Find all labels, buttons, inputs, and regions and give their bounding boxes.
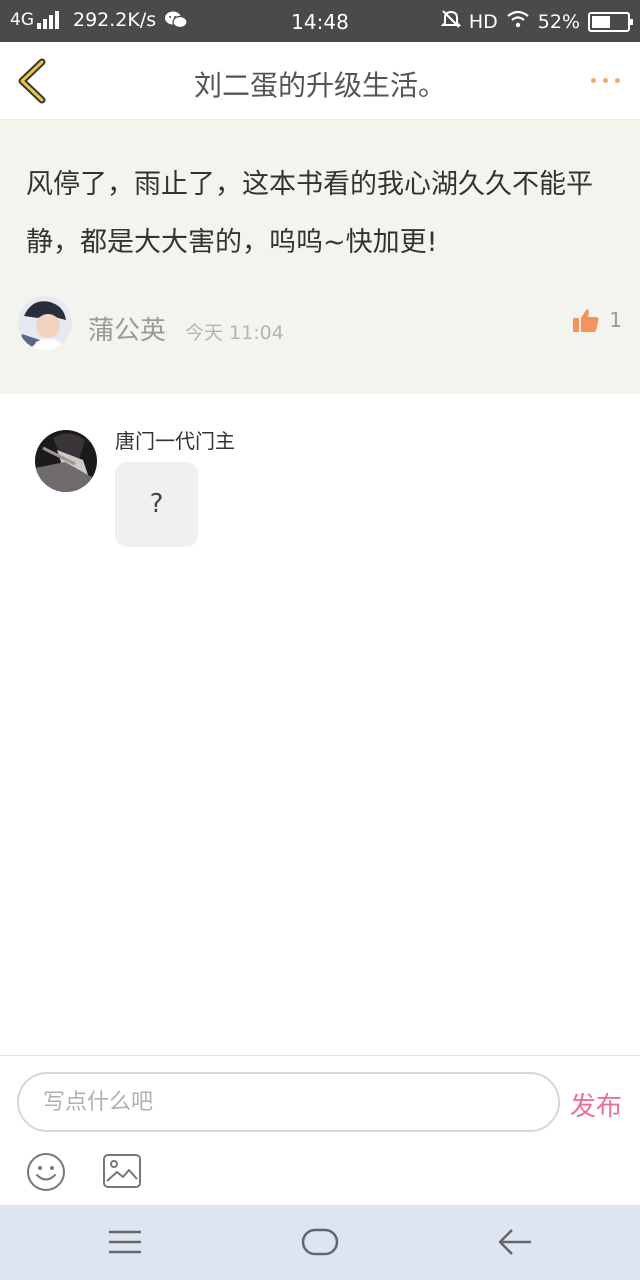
- battery-fill: [592, 15, 610, 28]
- back-arrow-icon: [498, 1229, 531, 1255]
- image-icon: [103, 1154, 141, 1188]
- post-text: 风停了，雨止了，这本书看的我心湖久久不能平静，都是大大害的，呜呜~快加更!: [26, 169, 593, 258]
- nav-back-button[interactable]: [497, 1227, 533, 1257]
- emoji-icon: [27, 1153, 65, 1191]
- battery-percent: 52%: [537, 10, 580, 33]
- avatar[interactable]: [18, 296, 72, 350]
- home-icon: [301, 1228, 339, 1256]
- battery-icon: [588, 11, 633, 32]
- more-button[interactable]: [584, 78, 620, 83]
- comment-input[interactable]: [17, 1072, 560, 1132]
- status-bar: 4G 292.2K/s 14:48 HD 52%: [0, 0, 640, 42]
- nav-home-button[interactable]: [301, 1228, 339, 1256]
- thumbs-up-icon: [573, 309, 599, 332]
- hd-label: HD: [468, 10, 498, 33]
- menu-icon: [109, 1230, 141, 1254]
- post-time: 今天 11:04: [185, 322, 284, 344]
- post-card: 风停了，雨止了，这本书看的我心湖久久不能平静，都是大大害的，呜呜~快加更! 蒲公…: [0, 120, 640, 394]
- like-count: 1: [609, 308, 622, 332]
- system-nav-bar: [0, 1205, 640, 1280]
- avatar[interactable]: [35, 430, 97, 492]
- reply-message: ?: [115, 462, 198, 547]
- status-right: HD 52%: [433, 9, 633, 34]
- author-name[interactable]: 蒲公英: [88, 310, 166, 347]
- image-button[interactable]: [102, 1153, 142, 1189]
- send-button[interactable]: 发布: [570, 1086, 622, 1123]
- reply-author[interactable]: 唐门一代门主: [115, 425, 235, 454]
- comment-composer: 发布: [0, 1055, 640, 1205]
- mute-bell-icon: [440, 9, 462, 34]
- emoji-button[interactable]: [26, 1152, 66, 1192]
- wifi-icon: [506, 10, 530, 33]
- more-dots-icon: [591, 78, 596, 83]
- page-title: 刘二蛋的升级生活。: [193, 69, 446, 102]
- like-button[interactable]: 1: [573, 308, 622, 332]
- app-header: 刘二蛋的升级生活。: [0, 42, 640, 120]
- nav-menu-button[interactable]: [108, 1229, 142, 1255]
